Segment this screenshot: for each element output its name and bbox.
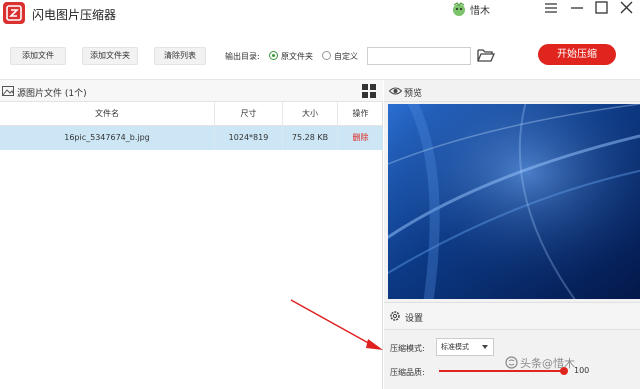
preview-header: 预览 bbox=[384, 80, 640, 102]
maximize-icon[interactable] bbox=[591, 0, 611, 16]
watermark-text: 头条@惜木 bbox=[520, 357, 575, 370]
preview-title: 预览 bbox=[404, 89, 423, 99]
eye-icon bbox=[388, 86, 403, 99]
clear-list-button[interactable]: 清除列表 bbox=[154, 47, 206, 65]
delete-button[interactable]: 删除 bbox=[338, 126, 383, 150]
preview-image bbox=[388, 104, 640, 299]
column-header-filename[interactable]: 文件名 bbox=[0, 102, 215, 126]
quality-value: 100 bbox=[574, 366, 590, 375]
chevron-down-icon bbox=[482, 345, 488, 349]
add-file-button[interactable]: 添加文件 bbox=[10, 47, 66, 65]
output-path-input[interactable] bbox=[367, 47, 471, 65]
radio-original-label[interactable]: 原文件夹 bbox=[281, 51, 313, 62]
gear-icon bbox=[389, 310, 401, 325]
avatar-icon[interactable] bbox=[450, 1, 468, 17]
grid-view-icon[interactable] bbox=[362, 84, 376, 101]
mode-select[interactable]: 标准模式 bbox=[436, 338, 494, 356]
toolbar: 添加文件 添加文件夹 清除列表 输出目录: 原文件夹 自定义 开始压缩 bbox=[0, 28, 640, 80]
column-header-dimensions[interactable]: 尺寸 bbox=[215, 102, 283, 126]
settings-title: 设置 bbox=[405, 314, 424, 324]
cell-size: 75.28 KB bbox=[283, 126, 338, 150]
watermark-icon bbox=[505, 356, 518, 372]
file-list-panel: 源图片文件 (1个) 文件名 尺寸 大小 操作 16pic_5347674_b.… bbox=[0, 80, 383, 389]
folder-icon[interactable] bbox=[476, 46, 496, 64]
file-list-header: 源图片文件 (1个) bbox=[0, 80, 383, 102]
radio-custom[interactable] bbox=[322, 51, 331, 60]
output-dir-label: 输出目录: bbox=[225, 52, 260, 61]
cell-dimensions: 1024*819 bbox=[215, 126, 283, 150]
column-header-size[interactable]: 大小 bbox=[283, 102, 338, 126]
menu-icon[interactable] bbox=[541, 0, 561, 16]
start-compress-button[interactable]: 开始压缩 bbox=[538, 44, 616, 65]
image-icon bbox=[2, 86, 14, 99]
file-list-title: 源图片文件 (1个) bbox=[17, 89, 87, 99]
cell-filename: 16pic_5347674_b.jpg bbox=[0, 126, 215, 150]
right-panel: 预览 设置 压缩模式: 标准模式 压缩品质: 100 bbox=[384, 80, 640, 389]
minimize-icon[interactable] bbox=[567, 0, 587, 16]
title-bar: 闪电图片压缩器 惜木 bbox=[0, 0, 640, 28]
mode-label: 压缩模式: bbox=[390, 344, 425, 353]
quality-label: 压缩品质: bbox=[390, 368, 425, 377]
settings-header: 设置 bbox=[384, 302, 640, 330]
user-name[interactable]: 惜木 bbox=[470, 2, 490, 17]
table-row[interactable]: 16pic_5347674_b.jpg 1024*819 75.28 KB 删除 bbox=[0, 126, 383, 150]
close-icon[interactable] bbox=[616, 0, 636, 16]
mode-select-value: 标准模式 bbox=[441, 343, 469, 351]
radio-original-folder[interactable] bbox=[269, 51, 278, 60]
app-logo-icon bbox=[3, 2, 25, 24]
column-header-action: 操作 bbox=[338, 102, 383, 126]
add-folder-button[interactable]: 添加文件夹 bbox=[82, 47, 138, 65]
radio-custom-label[interactable]: 自定义 bbox=[334, 51, 358, 62]
app-title: 闪电图片压缩器 bbox=[32, 8, 117, 22]
